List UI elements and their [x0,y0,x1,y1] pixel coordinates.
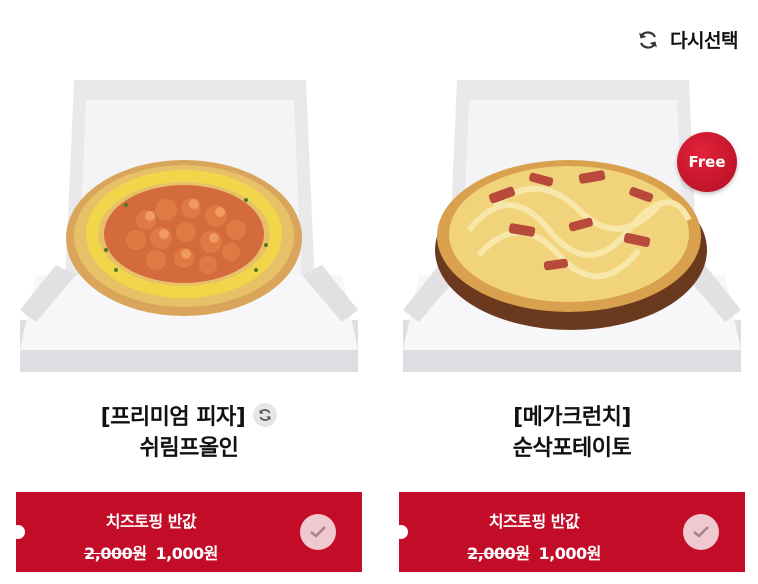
free-badge: Free [677,132,737,192]
option-cheese-topping-half[interactable]: 치즈토핑 반값 2,000원 1,000원 [394,492,745,572]
new-price: 1,000원 [538,544,602,563]
pizza-category-label: [메가크런치] [513,405,631,430]
pizza-image-potato: Free [399,60,745,380]
check-icon [693,526,709,538]
old-price: 2,000원 [84,544,147,563]
old-price: 2,000원 [467,544,530,563]
pizza-image-shrimp [16,60,362,380]
refresh-icon [639,30,658,49]
check-icon [310,526,326,538]
refresh-icon [259,409,271,421]
pizza-name: 쉬림프올인 [139,436,239,461]
option-name: 치즈토핑 반값 [488,512,580,531]
select-check-button[interactable] [683,514,719,550]
swap-pizza-button[interactable] [253,403,278,427]
option-cheese-topping-half[interactable]: 치즈토핑 반값 2,000원 1,000원 [11,492,362,572]
pizza-category-label: [프리미엄 피자] [100,405,246,430]
pizza-card-shrimp[interactable]: [프리미엄 피자] 쉬림프올인 치즈토핑 반값 2,000원 1,000원 [11,60,362,572]
option-name: 치즈토핑 반값 [105,512,197,531]
reselect-button[interactable]: 다시선택 [636,26,738,53]
reselect-label: 다시선택 [670,30,738,52]
pizza-card-potato[interactable]: Free [메가크런치] 순삭포테이토 치즈토핑 반값 2,000원 1,000… [394,60,745,572]
new-price: 1,000원 [155,544,219,563]
pizza-name: 순삭포테이토 [512,436,632,461]
select-check-button[interactable] [300,514,336,550]
